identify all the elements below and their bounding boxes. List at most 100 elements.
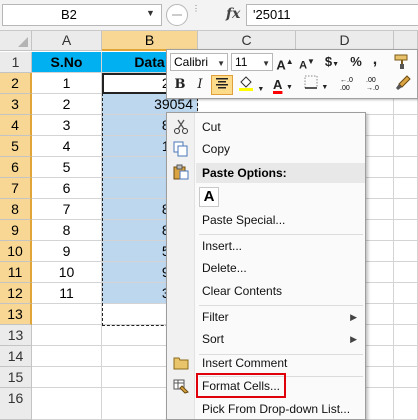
font-size-select[interactable]: 11 ▼ (231, 53, 273, 71)
cell[interactable] (366, 367, 394, 388)
decrease-decimal-button[interactable]: .00 →.0 (363, 75, 387, 95)
percent-button[interactable]: % (347, 52, 365, 72)
cell[interactable] (394, 346, 418, 367)
cell[interactable] (366, 304, 394, 325)
row-header[interactable]: 5 (0, 136, 32, 157)
currency-button[interactable]: $▼ (321, 52, 343, 72)
row-header[interactable]: 16 (0, 388, 32, 420)
row-header[interactable]: 14 (0, 346, 32, 367)
insert-function-icon[interactable]: fx (226, 6, 240, 22)
paste-keep-text-button[interactable]: A (199, 187, 219, 207)
cell[interactable] (366, 220, 394, 241)
row-header[interactable]: 13 (0, 304, 32, 325)
cell[interactable] (32, 367, 102, 388)
cell[interactable] (394, 325, 418, 346)
menu-item-filter[interactable]: Filter ▶ (167, 306, 365, 328)
sno-cell[interactable]: 9 (32, 241, 102, 262)
header-cell-sno[interactable]: S.No (32, 52, 102, 73)
menu-item-cut[interactable]: Cut (167, 116, 365, 138)
row-header[interactable]: 12 (0, 283, 32, 304)
sno-cell[interactable]: 7 (32, 199, 102, 220)
row-header[interactable]: 1 (0, 52, 32, 73)
menu-item-clear-contents[interactable]: Clear Contents (167, 280, 365, 302)
chevron-down-icon[interactable]: ▼ (257, 86, 264, 93)
row-header[interactable]: 2 (0, 73, 32, 94)
chevron-down-icon[interactable]: ▼ (262, 56, 270, 72)
name-box-dropdown-icon[interactable]: ▼ (146, 8, 155, 18)
cell[interactable] (394, 367, 418, 388)
select-all-corner[interactable] (0, 31, 32, 51)
sno-cell[interactable]: 5 (32, 157, 102, 178)
fill-color-button[interactable]: ▼ (237, 75, 265, 95)
cell[interactable] (366, 157, 394, 178)
chevron-down-icon[interactable]: ▼ (217, 56, 225, 72)
sno-cell[interactable]: 10 (32, 262, 102, 283)
drag-handle-icon[interactable]: ⋮ (192, 5, 200, 24)
cell[interactable] (394, 304, 418, 325)
sno-cell[interactable]: 4 (32, 136, 102, 157)
cell[interactable] (394, 115, 418, 136)
sno-cell[interactable]: 2 (32, 94, 102, 115)
cell[interactable] (394, 199, 418, 220)
row-header[interactable]: 10 (0, 241, 32, 262)
cell[interactable] (366, 325, 394, 346)
column-header-a[interactable]: A (32, 31, 102, 51)
formula-bar-splitter[interactable] (166, 4, 188, 26)
cell[interactable] (394, 283, 418, 304)
format-painter-brush-button[interactable] (391, 75, 415, 95)
cell[interactable] (394, 388, 418, 420)
sno-cell[interactable]: 3 (32, 115, 102, 136)
chevron-down-icon[interactable]: ▼ (286, 84, 293, 91)
font-name-select[interactable]: Calibri ▼ (170, 53, 228, 71)
menu-item-insert[interactable]: Insert... (167, 235, 365, 257)
cell[interactable] (394, 178, 418, 199)
row-header[interactable]: 11 (0, 262, 32, 283)
column-header-e[interactable] (394, 31, 418, 51)
cell[interactable] (394, 220, 418, 241)
cell[interactable] (32, 325, 102, 346)
name-box[interactable]: B2 (2, 4, 162, 26)
cell[interactable] (366, 136, 394, 157)
cell[interactable] (394, 262, 418, 283)
cell[interactable] (366, 262, 394, 283)
row-header[interactable]: 9 (0, 220, 32, 241)
row-header[interactable]: 3 (0, 94, 32, 115)
comma-style-button[interactable]: , (367, 50, 383, 70)
menu-item-pick-from-list[interactable]: Pick From Drop-down List... (167, 398, 365, 420)
cell[interactable] (366, 283, 394, 304)
font-color-button[interactable]: A ▼ (269, 75, 297, 95)
cell[interactable] (366, 199, 394, 220)
menu-item-sort[interactable]: Sort ▶ (167, 328, 365, 350)
menu-item-paste-special[interactable]: Paste Special... (167, 209, 365, 231)
increase-decimal-button[interactable]: ←.0.00 (337, 75, 361, 95)
cell[interactable] (366, 115, 394, 136)
menu-item-delete[interactable]: Delete... (167, 257, 365, 279)
cell[interactable] (366, 241, 394, 262)
italic-button[interactable]: I (191, 75, 209, 95)
cell[interactable] (394, 136, 418, 157)
menu-item-insert-comment[interactable]: Insert Comment (167, 352, 365, 374)
cell[interactable] (394, 157, 418, 178)
borders-button[interactable]: ▼ (303, 75, 329, 95)
column-header-b[interactable]: B (102, 31, 198, 51)
format-painter-button[interactable] (389, 54, 415, 74)
cell[interactable] (32, 346, 102, 367)
column-header-d[interactable]: D (296, 31, 394, 51)
cell[interactable] (394, 241, 418, 262)
row-header[interactable]: 7 (0, 178, 32, 199)
cell[interactable] (366, 346, 394, 367)
bold-button[interactable]: B (171, 75, 189, 95)
sno-cell[interactable]: 11 (32, 283, 102, 304)
row-header[interactable]: 15 (0, 367, 32, 388)
row-header[interactable]: 6 (0, 157, 32, 178)
shrink-font-button[interactable]: A▼ (297, 52, 317, 72)
menu-item-copy[interactable]: Copy (167, 138, 365, 160)
grow-font-button[interactable]: A▲ (275, 52, 295, 72)
cell[interactable] (366, 178, 394, 199)
sno-cell[interactable]: 8 (32, 220, 102, 241)
chevron-down-icon[interactable]: ▼ (321, 84, 328, 91)
cell[interactable] (32, 388, 102, 420)
cell[interactable] (366, 388, 394, 420)
align-center-button[interactable] (211, 75, 233, 95)
row-header[interactable]: 4 (0, 115, 32, 136)
